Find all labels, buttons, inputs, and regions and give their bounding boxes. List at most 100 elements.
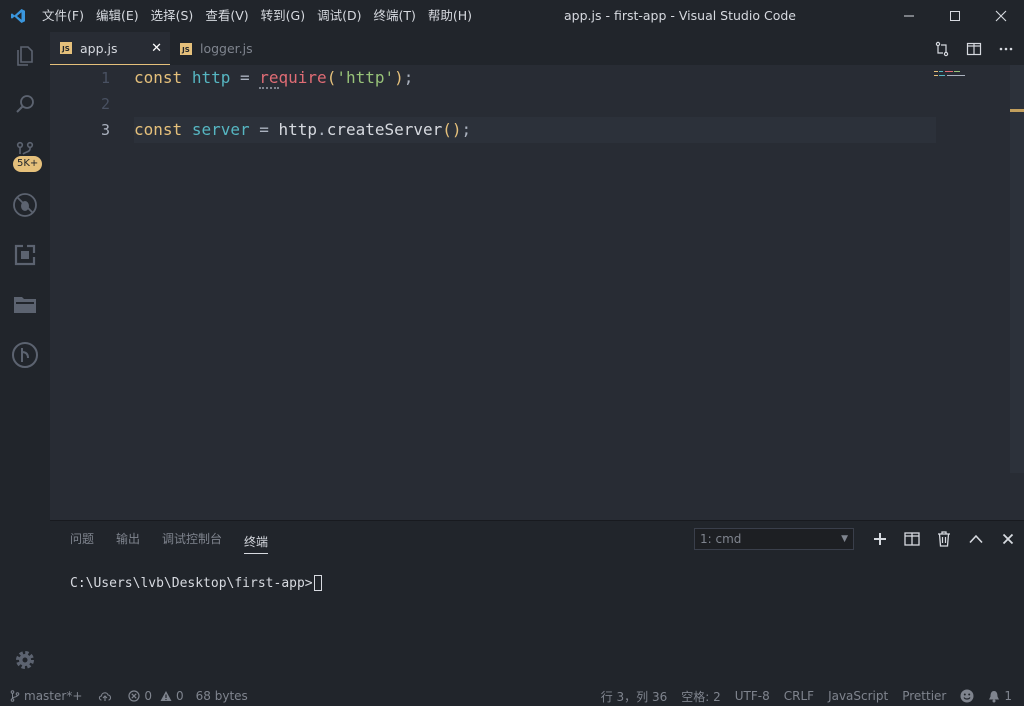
branch-status[interactable]: master*+: [10, 689, 82, 703]
panel-actions: [870, 529, 1018, 549]
code-token: re: [259, 68, 279, 89]
code-token: .: [317, 120, 327, 139]
vscode-logo-icon: [0, 0, 36, 32]
terminal-output[interactable]: C:\Users\lvb\Desktop\first-app>: [70, 575, 322, 591]
smiley-icon: [960, 689, 974, 703]
more-actions-button[interactable]: [996, 39, 1016, 59]
code-token: server: [191, 120, 250, 139]
feedback-button[interactable]: [960, 689, 974, 703]
extensions-icon: [14, 244, 36, 266]
tab-output[interactable]: 输出: [116, 521, 140, 557]
close-tab-icon[interactable]: ✕: [151, 41, 162, 56]
maximize-panel-button[interactable]: [966, 529, 986, 549]
terminal-cursor: [313, 575, 322, 591]
split-editor-icon: [966, 42, 982, 55]
close-window-button[interactable]: [978, 0, 1024, 32]
split-terminal-icon: [904, 532, 920, 546]
menu-view[interactable]: 查看(V): [199, 0, 254, 32]
code-token: =: [249, 120, 279, 139]
gear-icon: [16, 651, 34, 669]
code-token: const: [134, 120, 183, 139]
code-token: ;: [461, 120, 472, 139]
folder-icon: [14, 297, 36, 313]
terminal-select-value: 1: cmd: [700, 532, 742, 546]
explorer-button[interactable]: [0, 34, 50, 78]
line-number: 1: [100, 69, 110, 87]
extensions-button[interactable]: [0, 233, 50, 277]
error-count: 0: [144, 689, 153, 703]
split-terminal-button[interactable]: [902, 529, 922, 549]
minimize-button[interactable]: [886, 0, 932, 32]
close-panel-button[interactable]: [998, 529, 1018, 549]
tab-label: app.js: [80, 40, 118, 56]
menu-edit[interactable]: 编辑(E): [90, 0, 145, 32]
kill-terminal-button[interactable]: [934, 529, 954, 549]
gitlens-button[interactable]: [0, 333, 50, 377]
tab-terminal[interactable]: 终端: [244, 524, 269, 554]
prettier-status[interactable]: Prettier: [902, 689, 946, 703]
notification-count: 1: [1004, 689, 1012, 703]
minimap-preview: [934, 71, 965, 76]
tab-debug-console[interactable]: 调试控制台: [162, 521, 222, 557]
code-token: http: [191, 68, 231, 87]
open-changes-button[interactable]: [932, 39, 952, 59]
sync-button[interactable]: [98, 690, 112, 702]
compare-changes-icon: [935, 41, 949, 56]
editor-actions: [932, 32, 1016, 65]
maximize-icon: [950, 11, 960, 21]
javascript-file-icon: JS: [180, 42, 192, 55]
minimap[interactable]: [932, 67, 972, 76]
ellipsis-icon: [999, 47, 1013, 50]
debug-button[interactable]: [0, 183, 50, 227]
warning-icon: [160, 691, 172, 701]
split-editor-button[interactable]: [964, 39, 984, 59]
menu-terminal[interactable]: 终端(T): [367, 0, 421, 32]
problems-status[interactable]: 0 0: [128, 689, 184, 703]
window-controls: [886, 0, 1024, 32]
maximize-button[interactable]: [932, 0, 978, 32]
encoding[interactable]: UTF-8: [735, 689, 770, 703]
activity-bar: 5K+: [0, 32, 50, 686]
line-number: 2: [100, 95, 110, 113]
notifications-button[interactable]: 1: [988, 689, 1012, 703]
vertical-scrollbar[interactable]: [1010, 65, 1024, 473]
bell-icon: [989, 690, 1000, 702]
tab-logger-js[interactable]: JS logger.js: [170, 32, 290, 65]
terminal-prompt: C:\Users\lvb\Desktop\first-app>: [70, 575, 313, 591]
menu-selection[interactable]: 选择(S): [145, 0, 200, 32]
new-terminal-button[interactable]: [870, 529, 890, 549]
end-of-line[interactable]: CRLF: [784, 689, 814, 703]
menu-go[interactable]: 转到(G): [255, 0, 311, 32]
indentation[interactable]: 空格: 2: [681, 688, 721, 705]
javascript-file-icon: JS: [60, 42, 72, 54]
status-right: 行 3，列 36 空格: 2 UTF-8 CRLF JavaScript Pre…: [601, 686, 1012, 706]
folder-button[interactable]: [0, 283, 50, 327]
status-bar: master*+ 0 0 68 bytes 行 3，列 36 空格: 2 UTF…: [0, 686, 1024, 706]
search-button[interactable]: [0, 82, 50, 126]
code-token: createServer: [326, 120, 443, 139]
language-mode[interactable]: JavaScript: [828, 689, 888, 703]
menu-debug[interactable]: 调试(D): [311, 0, 367, 32]
no-bug-debug-icon: [13, 193, 37, 217]
panel-tabs: 问题 输出 调试控制台 终端: [70, 521, 269, 557]
line-number: 3: [100, 121, 110, 139]
tab-problems[interactable]: 问题: [70, 521, 94, 557]
title-bar: 文件(F) 编辑(E) 选择(S) 查看(V) 转到(G) 调试(D) 终端(T…: [0, 0, 1024, 32]
scroll-position-marker: [1010, 109, 1024, 112]
code-line: const http = require('http');: [134, 65, 413, 91]
search-icon: [16, 95, 34, 113]
menu-help[interactable]: 帮助(H): [422, 0, 478, 32]
cursor-position[interactable]: 行 3，列 36: [601, 688, 668, 705]
code-token: ;: [403, 68, 414, 87]
terminal-select[interactable]: 1: cmd ▼: [694, 528, 854, 550]
code-editor[interactable]: 1 2 3 const http = require('http'); cons…: [50, 65, 1024, 520]
code-token: ): [394, 68, 404, 87]
tab-app-js[interactable]: JS app.js ✕: [50, 32, 170, 65]
manage-button[interactable]: [0, 640, 50, 680]
menu-file[interactable]: 文件(F): [36, 0, 90, 32]
plus-icon: [874, 533, 886, 545]
status-left: master*+ 0 0 68 bytes: [10, 686, 248, 706]
cloud-upload-icon: [99, 692, 112, 701]
